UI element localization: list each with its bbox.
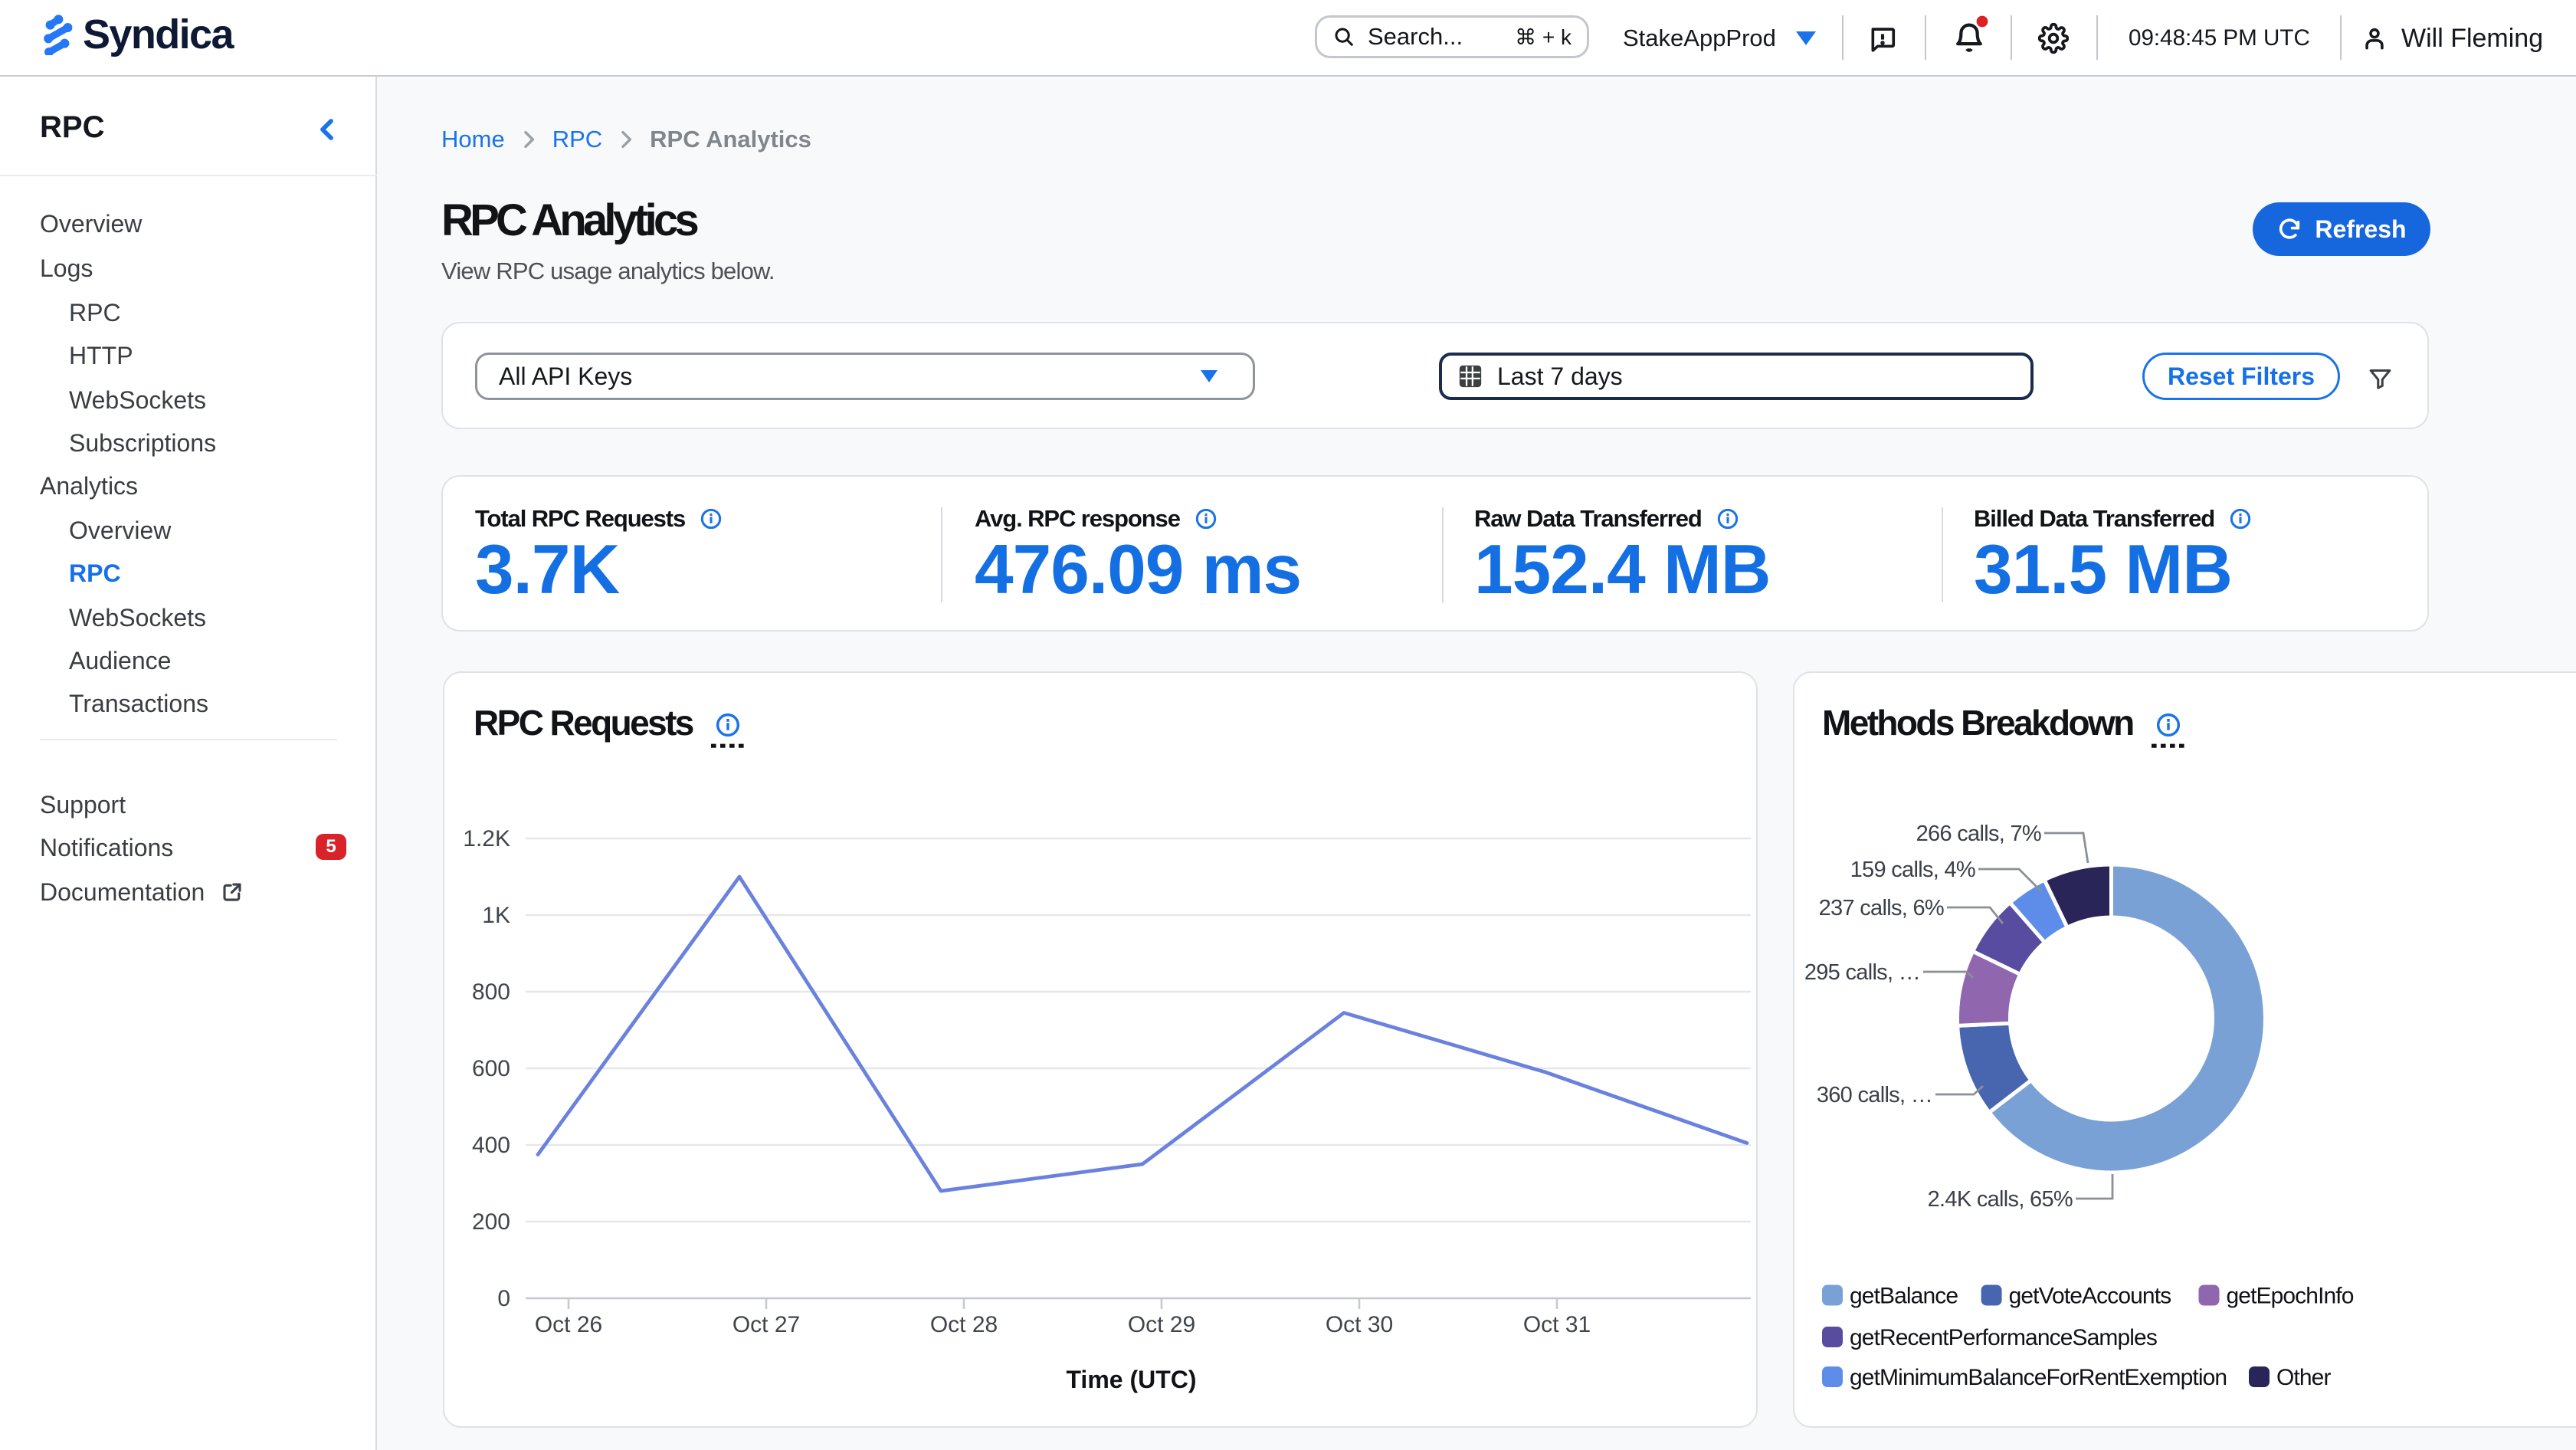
svg-text:Oct 31: Oct 31 [1523,1312,1591,1337]
svg-text:getMinimumBalanceForRentExempt: getMinimumBalanceForRentExemption [1850,1365,2227,1390]
svg-text:getRecentPerformanceSamples: getRecentPerformanceSamples [1850,1325,2157,1350]
svg-text:Oct 30: Oct 30 [1326,1312,1393,1337]
svg-text:Oct 28: Oct 28 [930,1312,998,1337]
svg-text:Other: Other [2276,1365,2331,1390]
svg-text:1.2K: 1.2K [463,826,510,851]
svg-text:600: 600 [472,1056,510,1081]
svg-text:Oct 27: Oct 27 [732,1312,800,1337]
svg-text:1K: 1K [482,903,510,928]
svg-text:Oct 29: Oct 29 [1128,1312,1195,1337]
svg-text:295 calls, …: 295 calls, … [1804,960,1920,985]
svg-text:800: 800 [472,979,510,1005]
svg-text:200: 200 [472,1209,510,1235]
svg-text:2.4K calls, 65%: 2.4K calls, 65% [1928,1187,2073,1212]
svg-text:400: 400 [472,1133,510,1158]
svg-text:237 calls, 6%: 237 calls, 6% [1819,896,1944,920]
svg-text:getEpochInfo: getEpochInfo [2227,1283,2354,1308]
svg-text:0: 0 [497,1286,510,1311]
svg-text:266 calls, 7%: 266 calls, 7% [1916,822,2041,846]
svg-text:159 calls, 4%: 159 calls, 4% [1850,858,1975,882]
svg-text:getBalance: getBalance [1850,1283,1958,1308]
svg-text:360 calls, …: 360 calls, … [1817,1083,1932,1107]
svg-text:Oct 26: Oct 26 [535,1312,602,1337]
svg-text:getVoteAccounts: getVoteAccounts [2009,1283,2171,1308]
svg-text:Time (UTC): Time (UTC) [1066,1366,1196,1393]
